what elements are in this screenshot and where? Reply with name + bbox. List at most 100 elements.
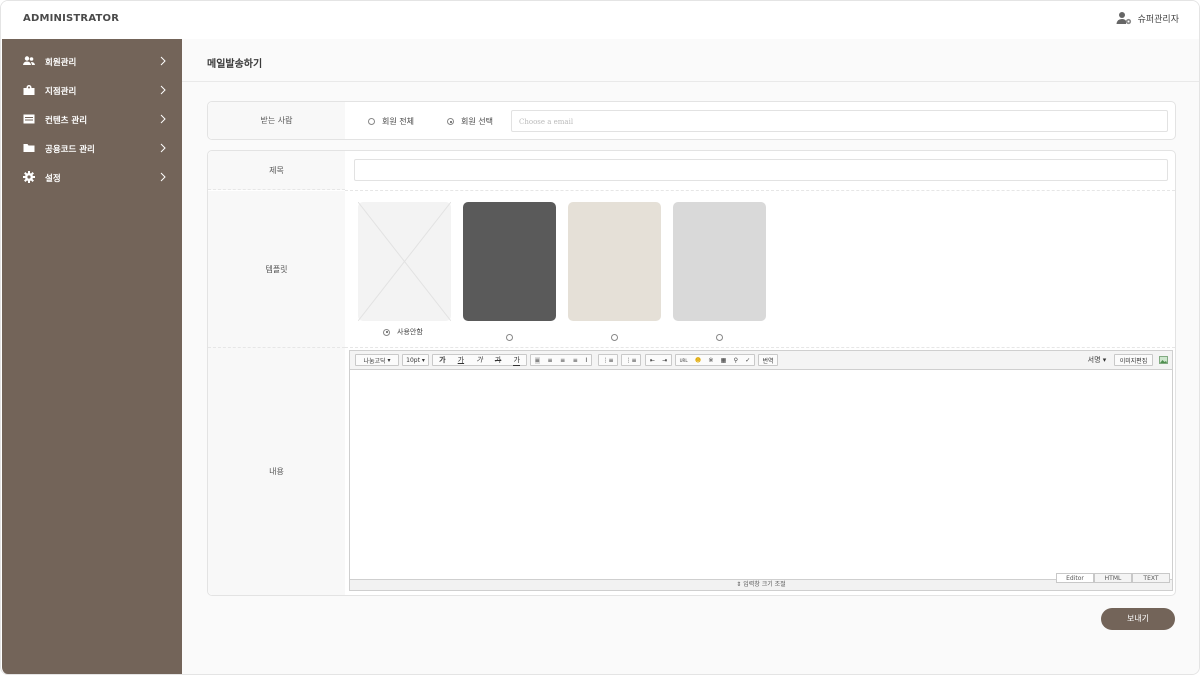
template-thumb-dark[interactable] <box>463 202 556 321</box>
radio-select-members[interactable]: 회원 선택 <box>447 116 493 127</box>
editor-resize-handle[interactable]: ⇕ 입력창 크기 조절 Editor HTML TEXT <box>350 573 1172 590</box>
template-thumb-gray[interactable] <box>673 202 766 321</box>
font-size-value: 10pt <box>406 356 420 364</box>
align-center-icon[interactable]: ≡ <box>547 357 552 364</box>
translate-button[interactable]: 번역 <box>758 354 778 366</box>
italic-button[interactable]: 가 <box>476 355 482 365</box>
user-name: 슈퍼관리자 <box>1137 14 1179 25</box>
content-icon <box>23 114 35 124</box>
special-char-icon[interactable]: ※ <box>708 357 713 364</box>
font-family-value: 나눔고딕 <box>363 357 386 365</box>
template-thumb-none[interactable] <box>357 201 452 322</box>
subject-label: 제목 <box>208 151 345 190</box>
indent-icon[interactable]: ⇥ <box>662 357 667 364</box>
mail-form: 제목 템플릿 사용안함 내용 나눔고딕 ▾ 10pt ▾ 가 가 가 가 가 ≡… <box>207 150 1176 596</box>
template-thumb-beige[interactable] <box>568 202 661 321</box>
sidebar-item-settings[interactable]: 설정 <box>2 167 182 187</box>
editor-content-area[interactable] <box>350 370 1172 579</box>
app-window: ADMINISTRATOR 슈퍼관리자 회원관리 지점관리 컨텐츠 관리 공용코… <box>0 0 1200 675</box>
underline-button[interactable]: 가 <box>458 355 464 365</box>
recipients-label: 받는 사람 <box>208 102 345 139</box>
chevron-right-icon <box>160 143 166 153</box>
placeholder-image-icon <box>357 201 452 322</box>
font-size-select[interactable]: 10pt ▾ <box>402 354 429 366</box>
user-settings-icon <box>1116 12 1131 25</box>
align-left-icon[interactable]: ≡ <box>534 356 540 364</box>
mode-tab-html[interactable]: HTML <box>1094 573 1132 583</box>
font-color-button[interactable]: 가 <box>513 355 520 366</box>
bold-button[interactable]: 가 <box>439 355 445 365</box>
signature-select[interactable]: 서명 ▾ <box>1085 354 1109 366</box>
radio-button[interactable] <box>611 334 618 341</box>
chevron-right-icon <box>160 56 166 66</box>
unordered-list-button[interactable]: ⋮≡ <box>621 354 641 366</box>
radio-all-members[interactable]: 회원 전체 <box>368 116 414 127</box>
line-height-icon[interactable]: Ⅰ <box>585 357 587 364</box>
text-style-group: 가 가 가 가 가 <box>432 354 527 366</box>
radio-button[interactable] <box>506 334 513 341</box>
radio-label: 회원 전체 <box>382 117 414 126</box>
sidebar-item-members[interactable]: 회원관리 <box>2 51 182 71</box>
branch-icon <box>23 85 35 95</box>
emoji-icon[interactable]: ☻ <box>695 357 701 364</box>
divider <box>345 347 1175 348</box>
image-edit-button[interactable]: 이미지편집 <box>1114 354 1153 366</box>
user-menu[interactable]: 슈퍼관리자 <box>1116 11 1179 25</box>
recipients-row: 받는 사람 회원 전체 회원 선택 Choose a email <box>207 101 1176 140</box>
folder-icon <box>23 144 35 152</box>
link-icon[interactable]: URL <box>680 358 688 363</box>
sidebar-item-label: 공용코드 관리 <box>45 145 95 155</box>
radio-button[interactable] <box>716 334 723 341</box>
sidebar-item-contents[interactable]: 컨텐츠 관리 <box>2 109 182 129</box>
chevron-right-icon <box>160 85 166 95</box>
template-option-gray[interactable] <box>716 327 723 346</box>
app-title: ADMINISTRATOR <box>23 13 120 24</box>
template-caption: 사용안함 <box>397 328 423 336</box>
mode-tab-editor[interactable]: Editor <box>1056 573 1094 583</box>
template-label: 템플릿 <box>208 191 345 348</box>
outdent-icon[interactable]: ⇤ <box>650 357 655 364</box>
chevron-right-icon <box>160 172 166 182</box>
send-button[interactable]: 보내기 <box>1101 608 1175 630</box>
insert-image-icon[interactable] <box>1158 354 1168 366</box>
sidebar-item-branches[interactable]: 지점관리 <box>2 80 182 100</box>
main-content: 메일발송하기 받는 사람 회원 전체 회원 선택 Choose a email … <box>182 39 1199 674</box>
strike-button[interactable]: 가 <box>495 355 501 365</box>
template-option-beige[interactable] <box>611 327 618 346</box>
gear-icon <box>23 171 35 183</box>
align-group: ≡ ≡ ≡ ≡ Ⅰ <box>530 354 592 366</box>
align-justify-icon[interactable]: ≡ <box>573 357 578 364</box>
email-field[interactable]: Choose a email <box>511 110 1168 132</box>
signature-label: 서명 <box>1087 356 1101 364</box>
users-icon <box>23 56 35 65</box>
radio-button[interactable] <box>368 118 375 125</box>
resize-label: ⇕ 입력창 크기 조절 <box>736 581 786 588</box>
table-icon[interactable]: ▦ <box>721 357 727 364</box>
font-family-select[interactable]: 나눔고딕 ▾ <box>355 354 399 366</box>
radio-button[interactable] <box>447 118 454 125</box>
divider <box>345 190 1175 191</box>
sidebar-item-label: 회원관리 <box>45 58 77 68</box>
content-label: 내용 <box>208 348 345 595</box>
align-right-icon[interactable]: ≡ <box>560 357 565 364</box>
editor-toolbar: 나눔고딕 ▾ 10pt ▾ 가 가 가 가 가 ≡ ≡ ≡ ≡ Ⅰ ⋮≡ ⋮≡ … <box>350 351 1172 370</box>
indent-group: ⇤ ⇥ <box>645 354 672 366</box>
sidebar-item-label: 설정 <box>45 174 61 184</box>
page-header: 메일발송하기 <box>182 39 1199 82</box>
sidebar-item-codes[interactable]: 공용코드 관리 <box>2 138 182 158</box>
sidebar: 회원관리 지점관리 컨텐츠 관리 공용코드 관리 설정 <box>2 39 182 674</box>
mode-tab-text[interactable]: TEXT <box>1132 573 1170 583</box>
subject-input[interactable] <box>354 159 1168 181</box>
ordered-list-button[interactable]: ⋮≡ <box>598 354 618 366</box>
spellcheck-icon[interactable]: ✓ <box>745 357 750 364</box>
insert-group: URL ☻ ※ ▦ ⚲ ✓ <box>675 354 755 366</box>
find-icon[interactable]: ⚲ <box>734 357 738 364</box>
sidebar-item-label: 컨텐츠 관리 <box>45 116 88 126</box>
top-bar: ADMINISTRATOR 슈퍼관리자 <box>1 1 1199 39</box>
rich-text-editor: 나눔고딕 ▾ 10pt ▾ 가 가 가 가 가 ≡ ≡ ≡ ≡ Ⅰ ⋮≡ ⋮≡ … <box>349 350 1173 591</box>
chevron-right-icon <box>160 114 166 124</box>
template-option-dark[interactable] <box>506 327 513 346</box>
template-option-none[interactable]: 사용안함 <box>383 327 423 337</box>
radio-button[interactable] <box>383 328 390 336</box>
page-title: 메일발송하기 <box>207 59 263 70</box>
